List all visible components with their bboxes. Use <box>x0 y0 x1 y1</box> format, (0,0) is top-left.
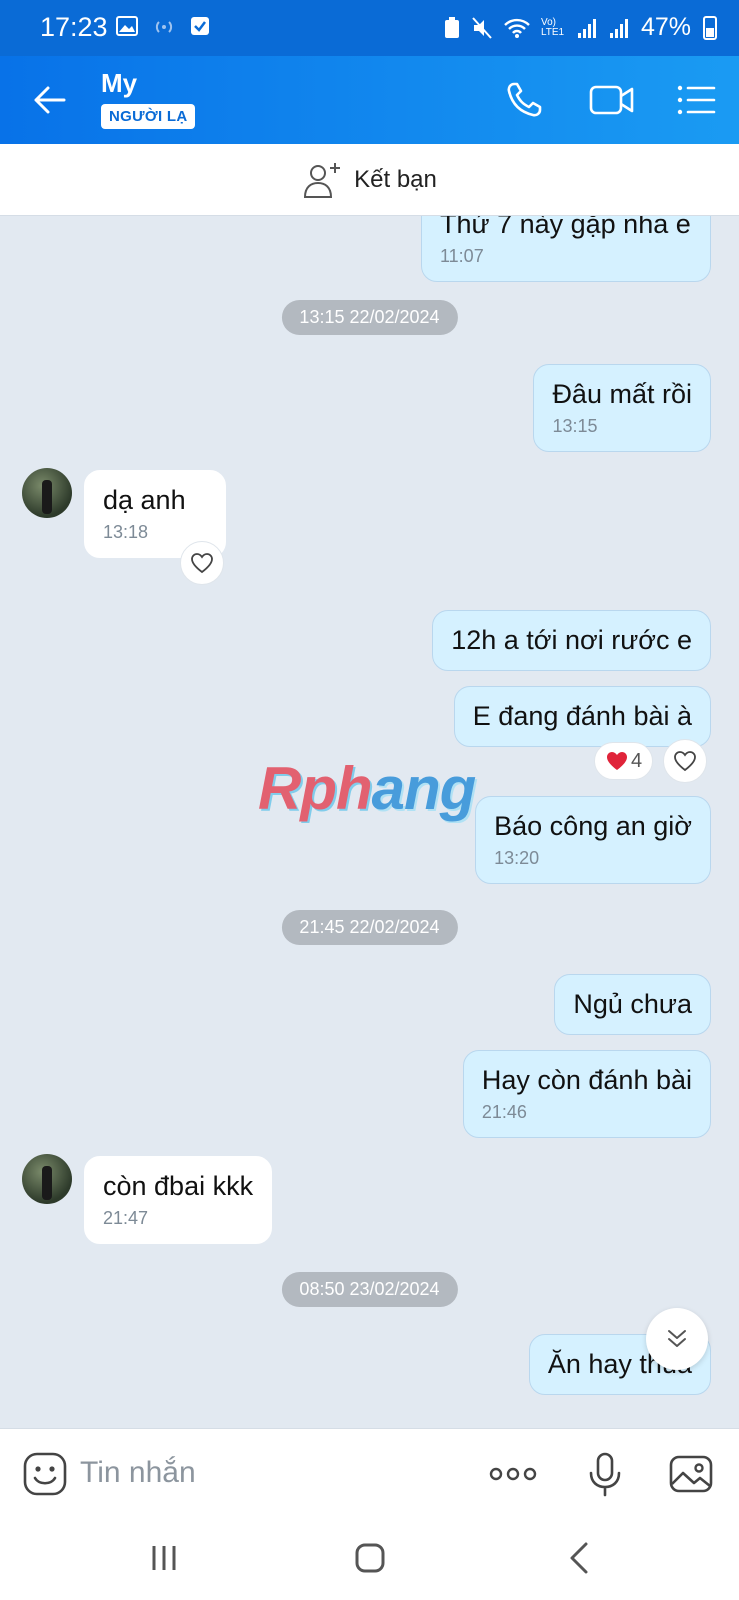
message-outgoing[interactable]: Đâu mất rồi 13:15 <box>533 364 711 452</box>
date-separator: 08:50 23/02/2024 <box>281 1272 458 1307</box>
message-outgoing[interactable]: Ngủ chưa <box>554 974 711 1035</box>
reaction-count: 4 <box>631 749 643 772</box>
message-text: Thứ 7 này gặp nha e <box>440 216 691 239</box>
message-outgoing[interactable]: Thứ 7 này gặp nha e 11:07 <box>421 216 711 282</box>
double-chevron-down-icon <box>668 1330 686 1347</box>
message-time: 21:46 <box>481 1102 527 1122</box>
message-outgoing[interactable]: E đang đánh bài à <box>453 686 711 747</box>
message-text: dạ anh <box>103 485 186 515</box>
signal-icon-2 <box>609 18 628 38</box>
battery-icon <box>703 16 717 40</box>
nav-back-icon[interactable] <box>562 1540 598 1576</box>
gallery-notification-icon <box>116 16 138 36</box>
mic-icon[interactable] <box>582 1451 628 1497</box>
message-text: E đang đánh bài à <box>472 701 692 731</box>
message-text: Ngủ chưa <box>573 989 692 1019</box>
watermark-logo: Rphang <box>258 755 476 822</box>
message-time: 21:47 <box>103 1208 149 1228</box>
scroll-to-bottom-button[interactable] <box>646 1308 708 1370</box>
heart-icon <box>191 553 213 574</box>
message-text: Báo công an giờ <box>494 811 692 841</box>
status-system-icons: Vo) LTE1 47% <box>443 13 691 42</box>
user-plus-icon <box>304 162 341 198</box>
react-heart-button[interactable] <box>180 541 224 585</box>
message-time: 11:07 <box>440 246 484 266</box>
message-time: 13:18 <box>103 522 149 542</box>
stranger-badge: NGƯỜI LẠ <box>101 104 196 129</box>
back-arrow-icon[interactable] <box>30 80 70 120</box>
recent-apps-icon[interactable] <box>146 1540 182 1576</box>
message-outgoing[interactable]: 12h a tới nơi rước e <box>432 610 711 671</box>
reaction-badge[interactable]: 4 <box>594 742 654 780</box>
signal-icon-1 <box>577 18 596 38</box>
message-incoming[interactable]: còn đbai kkk 21:47 <box>84 1156 273 1244</box>
recycle-icon <box>444 16 459 38</box>
red-heart-icon <box>607 752 627 770</box>
message-composer <box>0 1428 739 1516</box>
message-text: Đâu mất rồi <box>552 379 692 409</box>
add-friend-button[interactable]: Kết bạn <box>0 144 739 216</box>
mute-icon <box>472 16 492 39</box>
message-input[interactable] <box>80 1451 460 1495</box>
react-heart-button[interactable] <box>663 739 707 783</box>
contact-avatar[interactable] <box>22 468 72 518</box>
message-outgoing[interactable]: Báo công an giờ 13:20 <box>475 796 711 884</box>
battery-percent: 47% <box>640 13 691 41</box>
message-outgoing[interactable]: Hay còn đánh bài 21:46 <box>462 1050 711 1138</box>
message-time: 13:20 <box>494 848 540 868</box>
message-text: còn đbai kkk <box>103 1171 254 1201</box>
contact-name[interactable]: My <box>101 68 137 99</box>
more-dots-icon[interactable] <box>488 1451 538 1497</box>
message-time: 13:15 <box>552 416 598 436</box>
video-icon[interactable] <box>588 78 636 122</box>
message-text: 12h a tới nơi rước e <box>451 625 692 655</box>
heart-icon <box>674 751 696 772</box>
check-notification-icon <box>191 17 209 35</box>
status-bar: 17:23 Vo) LTE1 47% <box>0 0 739 56</box>
wifi-icon <box>504 18 530 38</box>
smile-icon[interactable] <box>22 1451 68 1497</box>
home-icon[interactable] <box>352 1540 388 1576</box>
hotspot-notification-icon <box>155 21 173 33</box>
date-separator: 21:45 22/02/2024 <box>281 910 458 945</box>
list-menu-icon[interactable] <box>674 78 718 122</box>
message-text: Hay còn đánh bài <box>481 1065 692 1095</box>
message-list[interactable]: Thứ 7 này gặp nha e 11:07 13:15 22/02/20… <box>0 216 739 1428</box>
status-notification-icons <box>116 16 210 38</box>
chat-header: My NGƯỜI LẠ <box>0 56 739 144</box>
status-time: 17:23 <box>40 12 108 42</box>
image-icon[interactable] <box>668 1451 714 1497</box>
date-separator: 13:15 22/02/2024 <box>281 300 458 335</box>
network-label: Vo) LTE1 <box>540 16 565 38</box>
contact-avatar[interactable] <box>22 1154 72 1204</box>
phone-icon[interactable] <box>502 78 546 122</box>
system-nav-bar <box>0 1516 739 1600</box>
add-friend-label: Kết bạn <box>354 165 437 193</box>
